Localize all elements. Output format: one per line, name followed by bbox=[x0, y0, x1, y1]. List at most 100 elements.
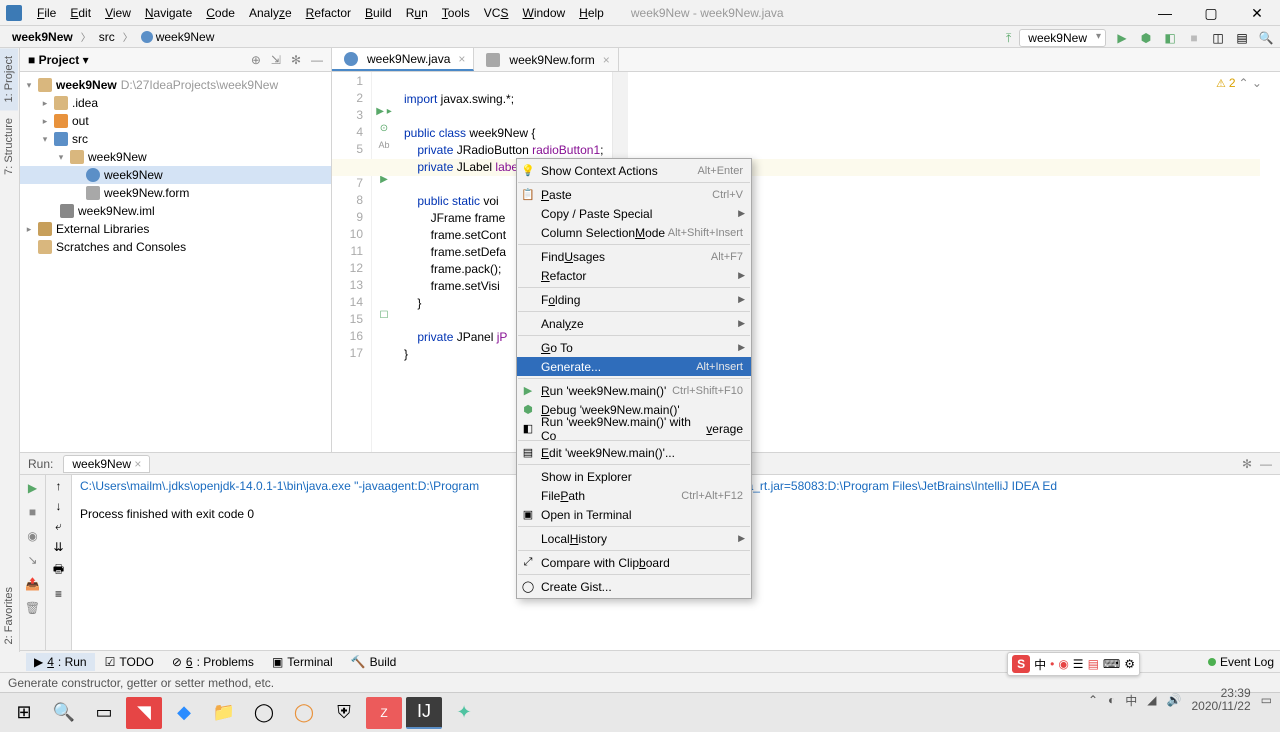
taskbar-app[interactable]: ◆ bbox=[166, 697, 202, 729]
vcs-icon[interactable]: ◫ bbox=[1210, 30, 1226, 46]
pin-icon[interactable]: 📤 bbox=[24, 575, 42, 593]
ctx-analyze[interactable]: Analyze▶ bbox=[517, 314, 751, 333]
stop-icon[interactable]: ■ bbox=[24, 503, 42, 521]
menu-edit[interactable]: Edit bbox=[63, 3, 98, 23]
tool-tab-structure[interactable]: 7: Structure bbox=[0, 110, 18, 183]
ctx-go-to[interactable]: Go To▶ bbox=[517, 338, 751, 357]
ctx-show-explorer[interactable]: Show in Explorer bbox=[517, 467, 751, 486]
tray-ime-icon[interactable]: 中 bbox=[1125, 692, 1137, 709]
project-view-selector[interactable]: ■ Project ▾ bbox=[28, 53, 89, 67]
defender-icon[interactable]: ⛨ bbox=[326, 697, 362, 729]
locate-icon[interactable]: ⊕ bbox=[251, 53, 261, 67]
ctx-generate[interactable]: Generate...Alt+Insert bbox=[517, 357, 751, 376]
ctx-run[interactable]: ▶Run 'week9New.main()'Ctrl+Shift+F10 bbox=[517, 381, 751, 400]
code-editor[interactable]: 1234567891011121314151617 ▶ ▸⊙Ab▶☐ impor… bbox=[332, 72, 1280, 452]
project-tree[interactable]: ▾week9NewD:\27IdeaProjects\week9New ▸.id… bbox=[20, 72, 331, 452]
event-log[interactable]: Event Log bbox=[1208, 655, 1274, 669]
taskbar-app[interactable]: ✦ bbox=[446, 697, 482, 729]
ctx-refactor[interactable]: Refactor▶ bbox=[517, 266, 751, 285]
sogou-ime-bar[interactable]: S 中 • ◉ ☰ ▤ ⌨ ⚙ bbox=[1007, 652, 1140, 676]
task-view-icon[interactable]: ▭ bbox=[86, 697, 122, 729]
tree-iml-file[interactable]: week9New.iml bbox=[20, 202, 331, 220]
menu-view[interactable]: View bbox=[98, 3, 138, 23]
tray-wifi-icon[interactable]: ◢ bbox=[1147, 693, 1156, 707]
print-icon[interactable]: 🖶 bbox=[53, 560, 64, 581]
ctx-folding[interactable]: Folding▶ bbox=[517, 290, 751, 309]
tree-out[interactable]: ▸out bbox=[20, 112, 331, 130]
ctx-copy-paste-special[interactable]: Copy / Paste Special▶ bbox=[517, 204, 751, 223]
tree-class-file[interactable]: week9New bbox=[20, 166, 331, 184]
editor-tab-form[interactable]: week9New.form× bbox=[474, 48, 618, 71]
dump-icon[interactable]: ◉ bbox=[24, 527, 42, 545]
project-structure-icon[interactable]: ▤ bbox=[1234, 30, 1250, 46]
maximize-button[interactable]: ▢ bbox=[1188, 0, 1234, 26]
minimize-button[interactable]: — bbox=[1142, 0, 1188, 26]
ctx-run-coverage[interactable]: ◧Run 'week9New.main()' with Coverage bbox=[517, 419, 751, 438]
search-everywhere-icon[interactable]: 🔍 bbox=[1258, 30, 1274, 46]
ctx-compare-clipboard[interactable]: ⤢Compare with Clipboard bbox=[517, 553, 751, 572]
menu-window[interactable]: Window bbox=[515, 3, 572, 23]
close-tab-icon[interactable]: × bbox=[458, 52, 465, 66]
build-icon[interactable]: ⤒ bbox=[1006, 31, 1011, 46]
settings-icon[interactable]: ✻ bbox=[1242, 457, 1252, 471]
expand-all-icon[interactable]: ⇲ bbox=[271, 53, 281, 67]
notifications-icon[interactable]: ▭ bbox=[1261, 693, 1272, 707]
tray-clock[interactable]: 23:39 2020/11/22 bbox=[1191, 687, 1250, 713]
close-button[interactable]: ✕ bbox=[1234, 0, 1280, 26]
ctx-edit-config[interactable]: ▤Edit 'week9New.main()'... bbox=[517, 443, 751, 462]
tree-idea[interactable]: ▸.idea bbox=[20, 94, 331, 112]
scroll-icon[interactable]: ⇊ bbox=[53, 540, 63, 554]
ctx-paste[interactable]: 📋PasteCtrl+V bbox=[517, 185, 751, 204]
tray-icon[interactable]: ⌃ bbox=[1088, 693, 1098, 707]
bottom-tab-build[interactable]: 🔨 Build bbox=[343, 653, 405, 671]
menu-file[interactable]: File bbox=[30, 3, 63, 23]
down-icon[interactable]: ↓ bbox=[56, 499, 62, 513]
tree-src[interactable]: ▾src bbox=[20, 130, 331, 148]
ctx-find-usages[interactable]: Find UsagesAlt+F7 bbox=[517, 247, 751, 266]
rerun-icon[interactable]: ▶ bbox=[24, 479, 42, 497]
up-icon[interactable]: ↑ bbox=[56, 479, 62, 493]
bottom-tab-todo[interactable]: ☑ TODO bbox=[97, 653, 162, 671]
ctx-show-context-actions[interactable]: 💡Show Context ActionsAlt+Enter bbox=[517, 161, 751, 180]
intellij-icon[interactable]: IJ bbox=[406, 697, 442, 729]
tree-package[interactable]: ▾week9New bbox=[20, 148, 331, 166]
inspection-summary[interactable]: ⚠ 2 ⌃ ⌄ bbox=[1216, 76, 1262, 90]
tray-icon[interactable]: ◐ bbox=[1108, 693, 1115, 707]
close-tab-icon[interactable]: × bbox=[603, 53, 610, 67]
tool-tab-project[interactable]: 1: Project bbox=[0, 48, 18, 110]
debug-button[interactable]: ⬢ bbox=[1138, 30, 1154, 46]
tray-volume-icon[interactable]: 🔊 bbox=[1167, 693, 1182, 707]
tree-external-libs[interactable]: ▸External Libraries bbox=[20, 220, 331, 238]
firefox-icon[interactable]: ◯ bbox=[286, 697, 322, 729]
start-button[interactable]: ⊞ bbox=[6, 697, 42, 729]
ctx-open-terminal[interactable]: ▣Open in Terminal bbox=[517, 505, 751, 524]
ctx-file-path[interactable]: File PathCtrl+Alt+F12 bbox=[517, 486, 751, 505]
tree-root[interactable]: ▾week9NewD:\27IdeaProjects\week9New bbox=[20, 76, 331, 94]
tree-form-file[interactable]: week9New.form bbox=[20, 184, 331, 202]
trash-icon[interactable]: 🗑 bbox=[24, 599, 42, 617]
run-config-selector[interactable]: week9New bbox=[1019, 29, 1106, 47]
menu-tools[interactable]: Tools bbox=[435, 3, 477, 23]
bottom-tab-problems[interactable]: ⊘ 6: Problems bbox=[164, 653, 262, 671]
taskbar-app[interactable]: Z bbox=[366, 697, 402, 729]
wrap-icon[interactable]: ⤶ bbox=[55, 519, 62, 534]
ctx-local-history[interactable]: Local History▶ bbox=[517, 529, 751, 548]
run-tab[interactable]: week9New × bbox=[63, 455, 150, 473]
menu-navigate[interactable]: Navigate bbox=[138, 3, 199, 23]
breadcrumb-class[interactable]: week9New bbox=[137, 29, 219, 45]
coverage-button[interactable]: ◧ bbox=[1162, 30, 1178, 46]
clear-icon[interactable]: ≡ bbox=[55, 587, 62, 601]
tree-scratches[interactable]: Scratches and Consoles bbox=[20, 238, 331, 256]
tool-tab-favorites[interactable]: 2: Favorites bbox=[0, 579, 18, 652]
search-icon[interactable]: 🔍 bbox=[46, 697, 82, 729]
ctx-column-selection[interactable]: Column Selection ModeAlt+Shift+Insert bbox=[517, 223, 751, 242]
breadcrumb-src[interactable]: src bbox=[95, 29, 119, 45]
file-explorer-icon[interactable]: 📁 bbox=[206, 697, 242, 729]
ctx-create-gist[interactable]: ◯Create Gist... bbox=[517, 577, 751, 596]
hide-icon[interactable]: — bbox=[1260, 457, 1272, 471]
menu-build[interactable]: Build bbox=[358, 3, 399, 23]
editor-gutter[interactable]: ▶ ▸⊙Ab▶☐ bbox=[372, 72, 396, 452]
menu-help[interactable]: Help bbox=[572, 3, 611, 23]
menu-analyze[interactable]: Analyze bbox=[242, 3, 299, 23]
menu-run[interactable]: Run bbox=[399, 3, 435, 23]
